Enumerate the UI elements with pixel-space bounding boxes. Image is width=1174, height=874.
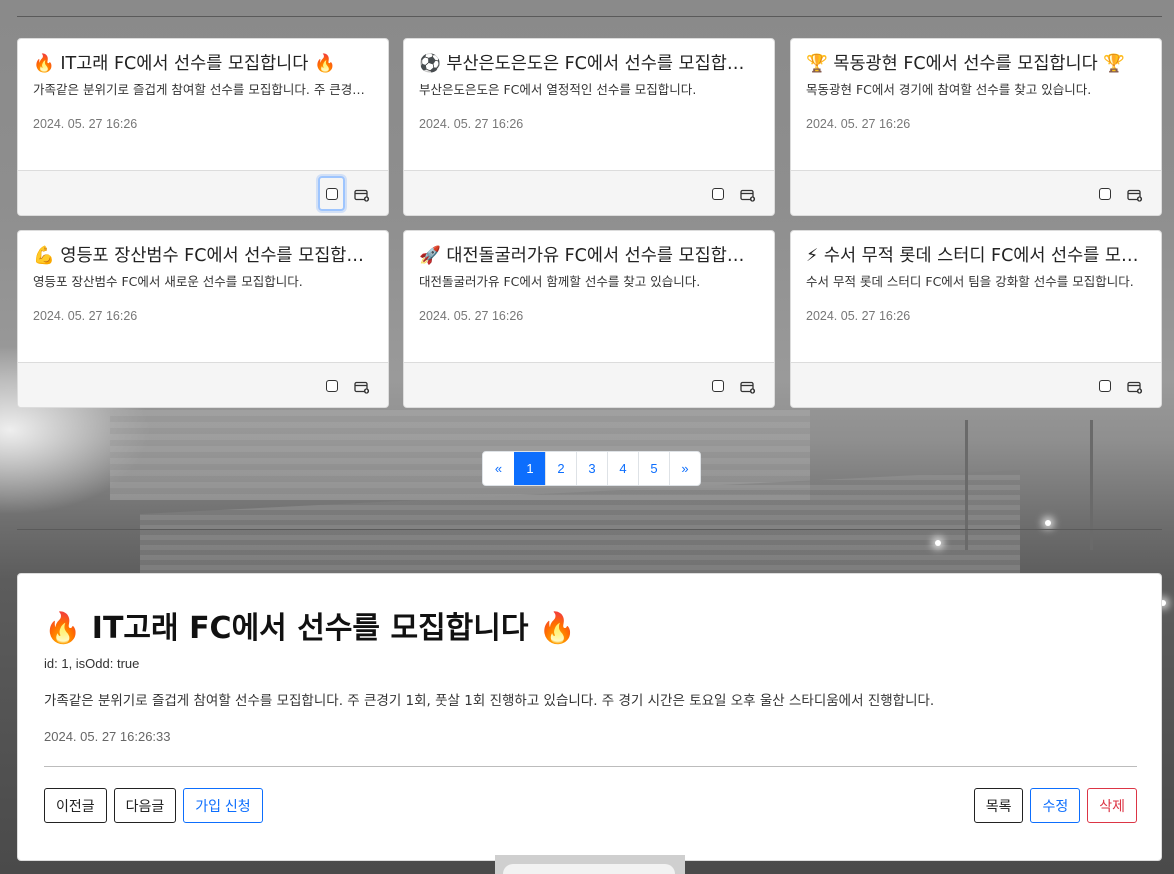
card-icon[interactable] [354,379,370,394]
card-icon[interactable] [1127,187,1143,202]
pagination-prev[interactable]: « [483,452,514,485]
next-post-button[interactable]: 다음글 [113,788,177,823]
card-title[interactable]: 🏆 목동광현 FC에서 선수를 모집합니다 🏆 [806,51,1146,77]
card-icon[interactable] [740,187,756,202]
square-icon [712,187,724,200]
card-footer [404,362,774,407]
detail-actions: 이전글 다음글 가입 신청 목록 수정 삭제 [44,788,1137,823]
post-card[interactable]: ⚽ 부산은도은도은 FC에서 선수를 모집합니다 ⚽ 부산은도은도은 FC에서 … [403,38,775,216]
card-date: 2024. 05. 27 16:26 [419,117,524,131]
card-description: 수서 무적 롯데 스터디 FC에서 팀을 강화할 선수를 모집합니다. [806,274,1134,289]
post-card[interactable]: 🔥 IT고래 FC에서 선수를 모집합니다 🔥 가족같은 분위기로 즐겁게 참여… [17,38,389,216]
card-date: 2024. 05. 27 16:26 [33,117,138,131]
detail-meta: id: 1, isOdd: true [44,656,140,671]
card-footer [791,362,1161,407]
light-glow [1045,520,1051,526]
card-date: 2024. 05. 27 16:26 [419,309,524,323]
light-glow [935,540,941,546]
list-button[interactable]: 목록 [973,788,1024,823]
card-title[interactable]: 💪 영등포 장산범수 FC에서 선수를 모집합니다 💪 [33,243,373,269]
checkbox-button[interactable] [319,373,345,399]
card-footer [18,170,388,215]
prev-post-button[interactable]: 이전글 [44,788,107,823]
card-footer [791,170,1161,215]
square-icon [326,379,338,392]
square-icon [325,187,338,200]
checkbox-button[interactable] [1092,181,1118,207]
square-icon [712,379,724,392]
square-icon [1099,379,1111,392]
post-card[interactable]: ⚡ 수서 무적 롯데 스터디 FC에서 선수를 모집합니다 ⚡ 수서 무적 롯데… [790,230,1162,408]
checkbox-button[interactable] [705,181,731,207]
card-icon[interactable] [354,187,370,202]
section-divider [17,529,1162,530]
card-date: 2024. 05. 27 16:26 [33,309,138,323]
card-icon[interactable] [740,379,756,394]
card-title[interactable]: ⚡ 수서 무적 롯데 스터디 FC에서 선수를 모집합니다 ⚡ [806,243,1146,269]
card-title[interactable]: ⚽ 부산은도은도은 FC에서 선수를 모집합니다 ⚽ [419,51,759,77]
page-1[interactable]: 1 [514,452,545,485]
page-2[interactable]: 2 [545,452,576,485]
card-footer [18,362,388,407]
detail-date: 2024. 05. 27 16:26:33 [44,729,171,744]
card-date: 2024. 05. 27 16:26 [806,309,911,323]
post-card[interactable]: 🚀 대전돌굴러가유 FC에서 선수를 모집합니다 🚀 대전돌굴러가유 FC에서 … [403,230,775,408]
post-card[interactable]: 💪 영등포 장산범수 FC에서 선수를 모집합니다 💪 영등포 장산범수 FC에… [17,230,389,408]
page-3[interactable]: 3 [576,452,607,485]
post-card[interactable]: 🏆 목동광현 FC에서 선수를 모집합니다 🏆 목동광현 FC에서 경기에 참여… [790,38,1162,216]
pagination: « 1 2 3 4 5 » [482,451,701,486]
bottom-floating-tab[interactable] [495,855,685,874]
checkbox-button[interactable] [1092,373,1118,399]
card-description: 부산은도은도은 FC에서 열정적인 선수를 모집합니다. [419,82,697,97]
card-description: 목동광현 FC에서 경기에 참여할 선수를 찾고 있습니다. [806,82,1092,97]
checkbox-button[interactable] [318,176,345,211]
card-description: 가족같은 분위기로 즐겁게 참여할 선수를 모집합니다. 주 큰경기 1회, 풋… [33,82,373,97]
detail-content: 가족같은 분위기로 즐겁게 참여할 선수를 모집합니다. 주 큰경기 1회, 풋… [44,693,935,709]
page-5[interactable]: 5 [638,452,669,485]
card-title[interactable]: 🚀 대전돌굴러가유 FC에서 선수를 모집합니다 🚀 [419,243,759,269]
post-detail: 🔥 IT고래 FC에서 선수를 모집합니다 🔥 id: 1, isOdd: tr… [17,573,1162,861]
edit-button[interactable]: 수정 [1030,788,1081,823]
card-title[interactable]: 🔥 IT고래 FC에서 선수를 모집합니다 🔥 [33,51,373,77]
light-pole [965,420,968,550]
card-date: 2024. 05. 27 16:26 [806,117,911,131]
page-4[interactable]: 4 [607,452,638,485]
square-icon [1099,187,1111,200]
detail-title: 🔥 IT고래 FC에서 선수를 모집합니다 🔥 [44,611,577,646]
card-icon[interactable] [1127,379,1143,394]
light-pole [1090,420,1093,550]
top-divider [17,16,1162,17]
detail-divider [44,766,1137,767]
card-description: 영등포 장산범수 FC에서 새로운 선수를 모집합니다. [33,274,303,289]
card-footer [404,170,774,215]
card-description: 대전돌굴러가유 FC에서 함께할 선수를 찾고 있습니다. [419,274,701,289]
pagination-next[interactable]: » [669,452,700,485]
checkbox-button[interactable] [705,373,731,399]
delete-button[interactable]: 삭제 [1087,788,1137,823]
join-request-button[interactable]: 가입 신청 [183,788,263,823]
